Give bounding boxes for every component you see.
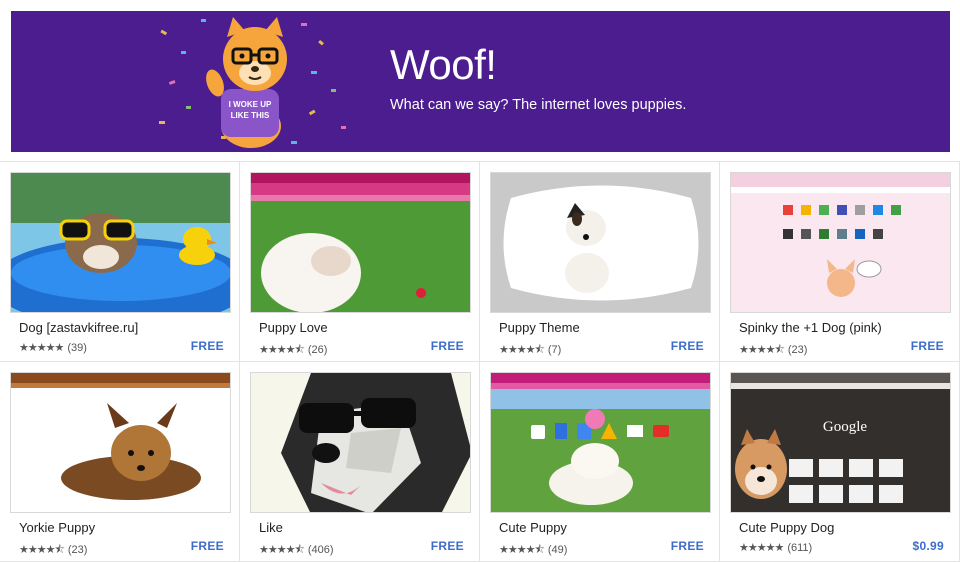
theme-card[interactable]: Puppy Love ★★★★⯪ (26) FREE [240, 162, 480, 362]
theme-card[interactable]: Dog [zastavkifree.ru] ★★★★★ (39) FREE [0, 162, 240, 362]
theme-thumbnail[interactable] [730, 172, 951, 313]
promo-banner[interactable]: I WOKE UP LIKE THIS Woof! What can we sa… [11, 11, 950, 152]
theme-card[interactable]: Like ★★★★⯪ (406) FREE [240, 362, 480, 562]
cute-puppy-image [491, 373, 710, 512]
yorkie-puppy-image [11, 373, 230, 512]
shirt-text-1: I WOKE UP [229, 100, 272, 109]
star-rating-icon: ★★★★⯪ [499, 544, 545, 556]
theme-title[interactable]: Puppy Theme [499, 320, 580, 335]
theme-rating: ★★★★⯪ (23) [19, 541, 87, 560]
theme-title[interactable]: Yorkie Puppy [19, 520, 95, 535]
star-rating-icon: ★★★★★ [19, 342, 64, 354]
rating-count: (49) [547, 544, 568, 556]
banner-subtitle: What can we say? The internet loves pupp… [390, 97, 687, 113]
dog-sunglasses-pool-image [11, 173, 230, 312]
theme-rating: ★★★★★ (611) [739, 541, 812, 554]
rating-count: (7) [547, 344, 562, 356]
rating-count: (611) [787, 542, 813, 554]
theme-thumbnail[interactable] [250, 172, 471, 313]
rating-count: (406) [307, 544, 334, 556]
theme-thumbnail[interactable] [10, 372, 231, 513]
puppy-love-image [251, 173, 470, 312]
theme-price: FREE [430, 539, 464, 553]
theme-title[interactable]: Cute Puppy Dog [739, 520, 834, 535]
puppy-theme-image [491, 173, 710, 312]
rating-count: (23) [787, 344, 808, 356]
theme-rating: ★★★★⯪ (49) [499, 541, 567, 560]
star-rating-icon: ★★★★⯪ [259, 544, 305, 556]
theme-rating: ★★★★⯪ (23) [739, 341, 807, 360]
theme-price: FREE [910, 339, 944, 353]
star-rating-icon: ★★★★⯪ [739, 344, 785, 356]
theme-thumbnail[interactable] [10, 172, 231, 313]
theme-rating: ★★★★⯪ (406) [259, 541, 334, 560]
theme-rating: ★★★★★ (39) [19, 341, 87, 354]
theme-thumbnail[interactable] [250, 372, 471, 513]
rating-count: (39) [67, 342, 87, 354]
theme-grid: Dog [zastavkifree.ru] ★★★★★ (39) FREE Pup… [0, 162, 960, 562]
google-logo: Google [823, 419, 868, 435]
theme-card[interactable]: Spinky the +1 Dog (pink) ★★★★⯪ (23) FREE [720, 162, 960, 362]
theme-price: FREE [670, 539, 704, 553]
theme-card[interactable]: Puppy Theme ★★★★⯪ (7) FREE [480, 162, 720, 362]
shirt-text-2: LIKE THIS [231, 111, 270, 120]
star-rating-icon: ★★★★⯪ [499, 344, 545, 356]
theme-card[interactable]: Google Cute Puppy Dog ★★★★★ (611) $0.99 [720, 362, 960, 562]
cute-puppy-dog-image: Google [731, 373, 950, 512]
theme-card[interactable]: Yorkie Puppy ★★★★⯪ (23) FREE [0, 362, 240, 562]
theme-thumbnail[interactable]: Google [730, 372, 951, 513]
spinky-dog-image [731, 173, 950, 312]
theme-thumbnail[interactable] [490, 172, 711, 313]
theme-price: FREE [670, 339, 704, 353]
theme-price: FREE [190, 339, 224, 353]
theme-title[interactable]: Dog [zastavkifree.ru] [19, 320, 138, 335]
theme-price: FREE [190, 539, 224, 553]
theme-price: FREE [430, 339, 464, 353]
star-rating-icon: ★★★★⯪ [19, 544, 65, 556]
promo-banner-container: I WOKE UP LIKE THIS Woof! What can we sa… [0, 0, 960, 162]
rating-count: (23) [67, 544, 88, 556]
theme-rating: ★★★★⯪ (7) [499, 341, 561, 360]
banner-title: Woof! [390, 41, 497, 88]
polygon-husky-image [251, 373, 470, 512]
theme-card[interactable]: Cute Puppy ★★★★⯪ (49) FREE [480, 362, 720, 562]
theme-title[interactable]: Like [259, 520, 283, 535]
theme-rating: ★★★★⯪ (26) [259, 341, 327, 360]
theme-thumbnail[interactable] [490, 372, 711, 513]
star-rating-icon: ★★★★⯪ [259, 344, 305, 356]
theme-price: $0.99 [912, 539, 944, 553]
star-rating-icon: ★★★★★ [739, 542, 784, 554]
mascot-illustration: I WOKE UP LIKE THIS [159, 17, 346, 148]
theme-title[interactable]: Cute Puppy [499, 520, 567, 535]
rating-count: (26) [307, 344, 328, 356]
theme-title[interactable]: Puppy Love [259, 320, 328, 335]
theme-title[interactable]: Spinky the +1 Dog (pink) [739, 320, 882, 335]
